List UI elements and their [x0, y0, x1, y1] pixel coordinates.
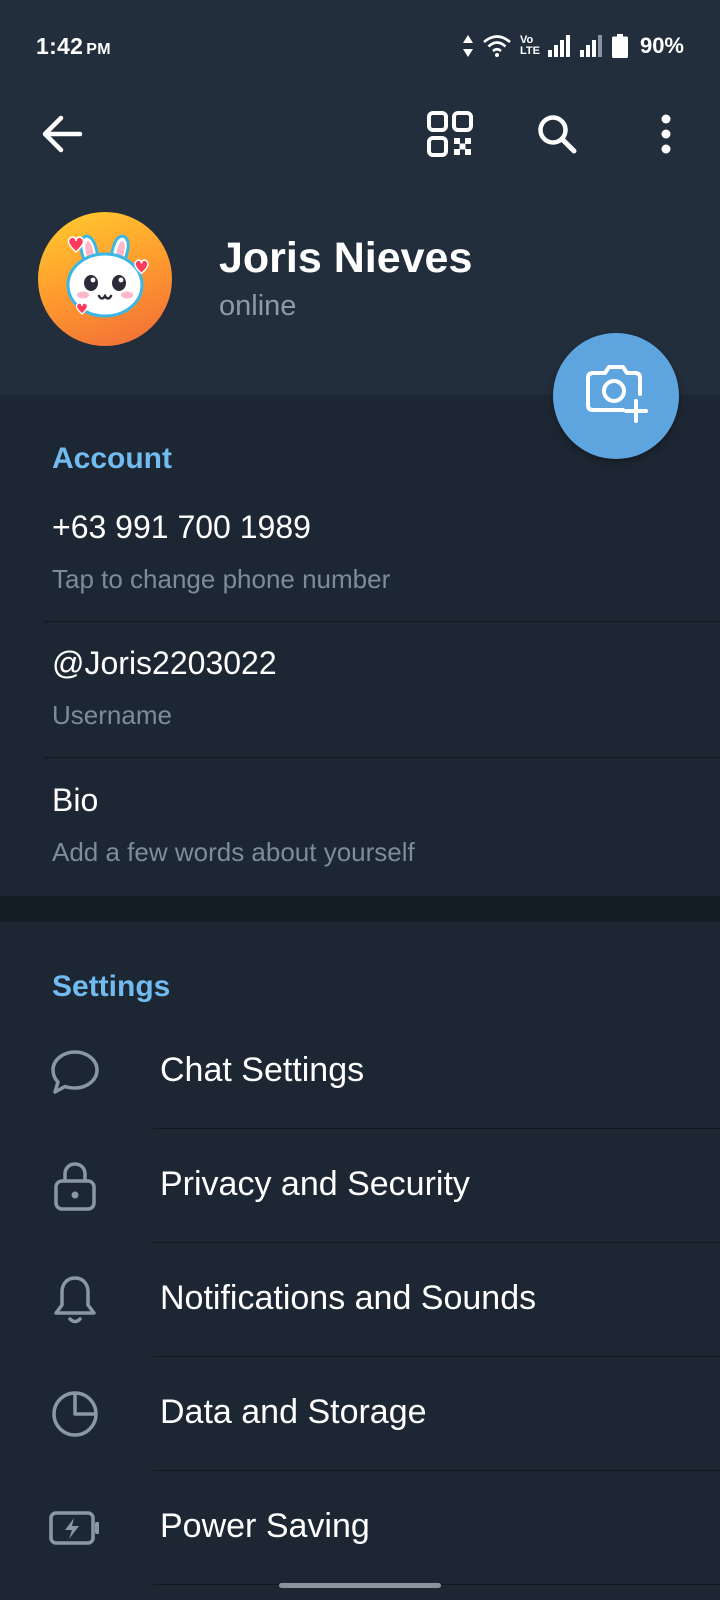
time-text: 1:42 — [36, 33, 84, 59]
chat-bubble-icon — [46, 1043, 104, 1101]
status-icons: Vo LTE 90% — [462, 30, 684, 62]
username-item[interactable]: @Joris2203022 Username — [0, 622, 720, 757]
power-saving-label: Power Saving — [160, 1507, 370, 1545]
qr-code-button[interactable] — [418, 104, 482, 168]
settings-item-chat[interactable]: Chat Settings — [0, 1013, 720, 1127]
account-section: Account +63 991 700 1989 Tap to change p… — [0, 395, 720, 896]
phone-number-item[interactable]: +63 991 700 1989 Tap to change phone num… — [0, 495, 720, 620]
data-storage-label: Data and Storage — [160, 1393, 427, 1431]
home-indicator[interactable] — [279, 1583, 441, 1588]
phone-number-value: +63 991 700 1989 — [52, 509, 311, 545]
more-vertical-icon — [660, 114, 672, 159]
bell-icon — [46, 1271, 104, 1329]
back-button[interactable] — [30, 104, 94, 168]
volte-bottom-text: LTE — [519, 45, 540, 57]
settings-section-title: Settings — [52, 970, 171, 1003]
battery-percent: 90% — [639, 33, 684, 58]
notifications-sounds-label: Notifications and Sounds — [160, 1279, 537, 1317]
bio-item[interactable]: Bio Add a few words about yourself — [0, 758, 720, 896]
chat-settings-label: Chat Settings — [160, 1051, 365, 1089]
username-hint: Username — [52, 700, 172, 730]
more-options-button[interactable] — [634, 104, 698, 168]
signal-icon-1 — [547, 35, 572, 57]
lock-icon — [46, 1157, 104, 1215]
settings-item-power[interactable]: Power Saving — [0, 1469, 720, 1583]
phone-number-hint: Tap to change phone number — [52, 564, 391, 594]
signal-icon-2 — [579, 35, 604, 57]
search-button[interactable] — [525, 104, 589, 168]
camera-add-icon — [583, 364, 649, 429]
profile-status: online — [219, 290, 297, 322]
settings-item-data[interactable]: Data and Storage — [0, 1355, 720, 1469]
arrow-left-icon — [41, 115, 83, 158]
battery-bolt-icon — [46, 1499, 104, 1557]
bio-value: Bio — [52, 782, 99, 818]
section-separator — [0, 896, 720, 922]
privacy-security-label: Privacy and Security — [160, 1165, 470, 1203]
qr-code-icon — [427, 110, 473, 162]
pie-chart-icon — [46, 1385, 104, 1443]
set-photo-button[interactable] — [553, 333, 679, 459]
settings-item-notifications[interactable]: Notifications and Sounds — [0, 1241, 720, 1355]
volte-icon: Vo LTE — [520, 35, 540, 57]
search-icon — [536, 113, 578, 160]
settings-section: Settings Chat Settings Privacy and Secur… — [0, 922, 720, 1600]
account-section-title: Account — [52, 442, 172, 475]
wifi-icon — [482, 34, 512, 58]
ampm-text: PM — [86, 41, 111, 58]
bunny-avatar-icon — [66, 234, 149, 318]
status-bar: 1:42 PM Vo LTE 90% — [0, 0, 720, 92]
status-time: 1:42 PM — [36, 33, 111, 60]
avatar[interactable] — [38, 212, 172, 346]
bio-hint: Add a few words about yourself — [52, 837, 415, 867]
profile-name: Joris Nieves — [219, 234, 473, 282]
settings-item-privacy[interactable]: Privacy and Security — [0, 1127, 720, 1241]
battery-icon — [611, 34, 628, 58]
data-arrows-icon — [462, 34, 474, 58]
username-value: @Joris2203022 — [52, 645, 277, 681]
